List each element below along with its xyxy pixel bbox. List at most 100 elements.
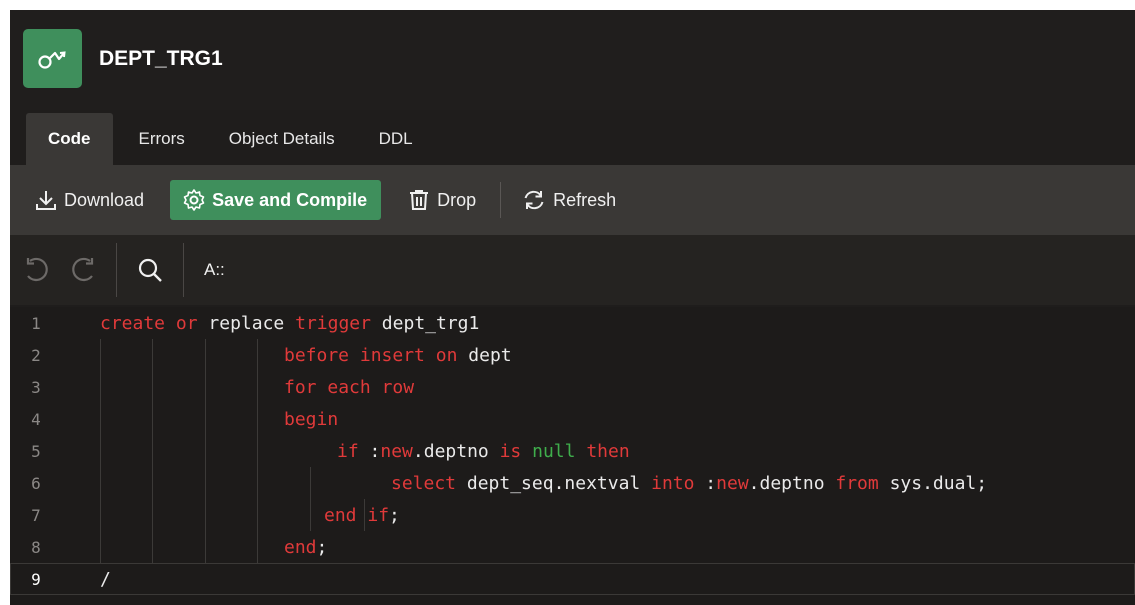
tab-code[interactable]: Code bbox=[26, 113, 113, 165]
refresh-icon bbox=[524, 190, 544, 210]
code-keyword: on bbox=[435, 344, 458, 366]
undo-icon bbox=[26, 257, 48, 282]
code-line[interactable]: 6 select dept_seq.nextval into :new.deptn… bbox=[10, 467, 1135, 499]
trash-icon bbox=[410, 190, 429, 210]
font-size-button[interactable]: A:: bbox=[204, 260, 225, 280]
code-line[interactable]: 7 end if; bbox=[10, 499, 1135, 531]
code-token: / bbox=[100, 568, 111, 590]
code-keyword: end bbox=[284, 536, 317, 558]
code-line[interactable]: 9/ bbox=[10, 563, 1135, 595]
code-token: sys.dual; bbox=[878, 472, 988, 494]
code-token: : bbox=[694, 472, 717, 494]
download-icon bbox=[36, 191, 56, 210]
line-number: 8 bbox=[31, 537, 41, 557]
drop-button[interactable]: Drop bbox=[397, 180, 486, 220]
code-text: if :new.deptno is null then bbox=[337, 441, 630, 462]
code-editor[interactable]: 1 create or replace trigger dept_trg1 2 bef… bbox=[10, 307, 1135, 605]
line-number: 5 bbox=[31, 441, 41, 461]
code-text: create or replace trigger dept_trg1 bbox=[100, 313, 479, 334]
code-token: dept bbox=[457, 344, 512, 366]
tab-errors[interactable]: Errors bbox=[113, 113, 207, 165]
code-text: begin bbox=[284, 409, 338, 430]
code-keyword: before bbox=[284, 344, 350, 366]
download-label: Download bbox=[64, 189, 145, 210]
download-button[interactable]: Download bbox=[24, 180, 154, 220]
save-and-compile-button[interactable]: Save and Compile bbox=[170, 180, 382, 220]
search-icon bbox=[138, 258, 162, 282]
line-number: 6 bbox=[31, 473, 41, 493]
code-text: / bbox=[100, 569, 111, 590]
tab-object-details[interactable]: Object Details bbox=[207, 113, 357, 165]
refresh-button[interactable]: Refresh bbox=[511, 180, 626, 220]
code-line[interactable]: 1 create or replace trigger dept_trg1 bbox=[10, 307, 1135, 339]
code-text: end; bbox=[284, 537, 327, 558]
code-keyword: null bbox=[532, 440, 576, 462]
code-text: for each row bbox=[284, 377, 414, 398]
editor-toolbar: A:: bbox=[10, 235, 1135, 305]
code-token: : bbox=[358, 440, 381, 462]
code-keyword: if bbox=[367, 504, 390, 526]
code-text: end if; bbox=[324, 505, 400, 526]
code-keyword: create bbox=[100, 312, 166, 334]
code-keyword: trigger bbox=[295, 312, 371, 334]
line-number: 3 bbox=[31, 377, 41, 397]
code-line[interactable]: 3 for each row bbox=[10, 371, 1135, 403]
code-keyword: from bbox=[835, 472, 879, 494]
code-keyword: new bbox=[380, 440, 413, 462]
gear-icon bbox=[183, 189, 205, 211]
code-keyword: end bbox=[324, 504, 357, 526]
code-keyword: or bbox=[175, 312, 198, 334]
line-number: 4 bbox=[31, 409, 41, 429]
save-and-compile-label: Save and Compile bbox=[212, 189, 368, 210]
code-keyword: into bbox=[651, 472, 695, 494]
code-token: ; bbox=[316, 536, 328, 558]
redo-icon bbox=[72, 257, 94, 282]
code-keyword: select bbox=[391, 472, 457, 494]
line-number: 9 bbox=[31, 569, 41, 589]
tab-ddl[interactable]: DDL bbox=[357, 113, 435, 165]
editor-window: DEPT_TRG1 Code Errors Object Details DDL… bbox=[10, 10, 1135, 605]
drop-label: Drop bbox=[437, 189, 477, 210]
code-token: dept_trg1 bbox=[370, 312, 480, 334]
code-keyword: insert bbox=[359, 344, 425, 366]
action-toolbar: Download Save and Compile Drop Refresh bbox=[10, 165, 1135, 235]
code-line[interactable]: 5 if :new.deptno is null then bbox=[10, 435, 1135, 467]
code-line[interactable]: 4 begin bbox=[10, 403, 1135, 435]
code-text: select dept_seq.nextval into :new.deptno… bbox=[391, 473, 987, 494]
code-text: before insert on dept bbox=[284, 345, 512, 366]
code-token: ; bbox=[389, 504, 400, 526]
line-number: 7 bbox=[31, 505, 41, 525]
editor-toolbar-divider bbox=[183, 243, 184, 297]
code-keyword: if bbox=[337, 440, 359, 462]
redo-button[interactable] bbox=[60, 247, 106, 293]
code-keyword: begin bbox=[284, 408, 339, 430]
line-number: 2 bbox=[31, 345, 41, 365]
trigger-icon bbox=[23, 29, 82, 88]
code-keyword: then bbox=[586, 440, 630, 462]
code-line[interactable]: 8 end; bbox=[10, 531, 1135, 563]
page-title: DEPT_TRG1 bbox=[99, 46, 223, 70]
code-token: .deptno bbox=[748, 472, 836, 494]
code-line[interactable]: 2 before insert on dept bbox=[10, 339, 1135, 371]
code-keyword: new bbox=[716, 472, 749, 494]
search-button[interactable] bbox=[127, 247, 173, 293]
editor-toolbar-divider bbox=[116, 243, 117, 297]
code-token: replace bbox=[197, 312, 296, 334]
tab-bar: Code Errors Object Details DDL bbox=[10, 113, 1135, 165]
undo-button[interactable] bbox=[14, 247, 60, 293]
code-keyword: for bbox=[284, 376, 317, 398]
object-header: DEPT_TRG1 bbox=[10, 10, 1135, 110]
code-keyword: each bbox=[327, 376, 371, 398]
code-token: .deptno bbox=[412, 440, 500, 462]
refresh-label: Refresh bbox=[553, 189, 617, 210]
line-number: 1 bbox=[31, 313, 41, 333]
toolbar-divider bbox=[500, 182, 502, 218]
